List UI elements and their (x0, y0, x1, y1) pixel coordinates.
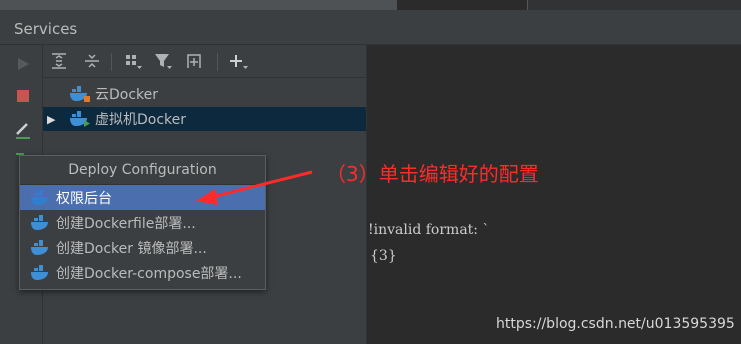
filter-button[interactable] (151, 50, 175, 72)
expand-all-icon (52, 53, 66, 69)
popup-item-label: 权限后台 (56, 190, 112, 207)
pencil-icon (16, 123, 30, 139)
expand-arrow-icon[interactable]: ▶ (47, 113, 59, 126)
popup-item-permission-backend[interactable]: 权限后台 (20, 185, 265, 210)
new-tab-icon (187, 54, 201, 68)
tree-item-cloud-docker[interactable]: 云Docker (43, 82, 366, 106)
stop-button[interactable] (12, 85, 34, 107)
popup-title: Deploy Configuration (20, 156, 265, 185)
popup-item-create-docker-image[interactable]: 创建Docker 镜像部署... (20, 235, 265, 260)
popup-item-label: 创建Dockerfile部署... (56, 215, 196, 232)
popup-item-label: 创建Docker-compose部署... (56, 265, 242, 282)
add-service-button[interactable] (227, 50, 251, 72)
details-pane (367, 45, 741, 344)
stop-icon (17, 90, 29, 102)
editor-tab[interactable] (0, 0, 397, 10)
group-by-icon (126, 55, 142, 69)
collapse-all-button[interactable] (80, 50, 104, 72)
tree-item-label: 云Docker (95, 87, 159, 103)
popup-item-label: 创建Docker 镜像部署... (56, 240, 207, 257)
annotation-text: （3）单击编辑好的配置 (326, 162, 539, 186)
error-text: {3} (370, 248, 397, 264)
collapse-all-icon (85, 54, 99, 68)
run-button[interactable] (12, 53, 34, 75)
deploy-configuration-popup: Deploy Configuration 权限后台 创建Dockerfile部署… (19, 155, 266, 290)
plus-icon (230, 55, 248, 69)
toolbar-separator (217, 53, 218, 71)
error-text: !invalid format: ` (368, 222, 490, 238)
editor-tab-secondary[interactable] (527, 0, 741, 10)
run-icon (18, 58, 29, 70)
docker-icon (69, 111, 91, 127)
panel-title: Services (14, 20, 78, 38)
popup-item-create-dockerfile[interactable]: 创建Dockerfile部署... (20, 210, 265, 235)
popup-item-create-docker-compose[interactable]: 创建Docker-compose部署... (20, 260, 265, 285)
filter-icon (155, 54, 172, 69)
docker-icon (30, 239, 50, 256)
docker-icon (69, 86, 91, 102)
top-tab-strip (0, 0, 741, 10)
group-by-button[interactable] (121, 50, 145, 72)
docker-icon (30, 264, 50, 281)
docker-icon (30, 214, 50, 231)
new-tab-button[interactable] (184, 50, 208, 72)
docker-icon (30, 189, 50, 206)
edit-configuration-button[interactable] (12, 119, 34, 141)
toolbar-separator (111, 53, 112, 71)
expand-all-button[interactable] (47, 50, 71, 72)
services-toolbar (43, 45, 366, 78)
tree-item-vm-docker[interactable]: ▶ 虚拟机Docker (43, 107, 366, 131)
tree-item-label: 虚拟机Docker (95, 112, 187, 128)
watermark: https://blog.csdn.net/u013595395 (496, 316, 735, 332)
